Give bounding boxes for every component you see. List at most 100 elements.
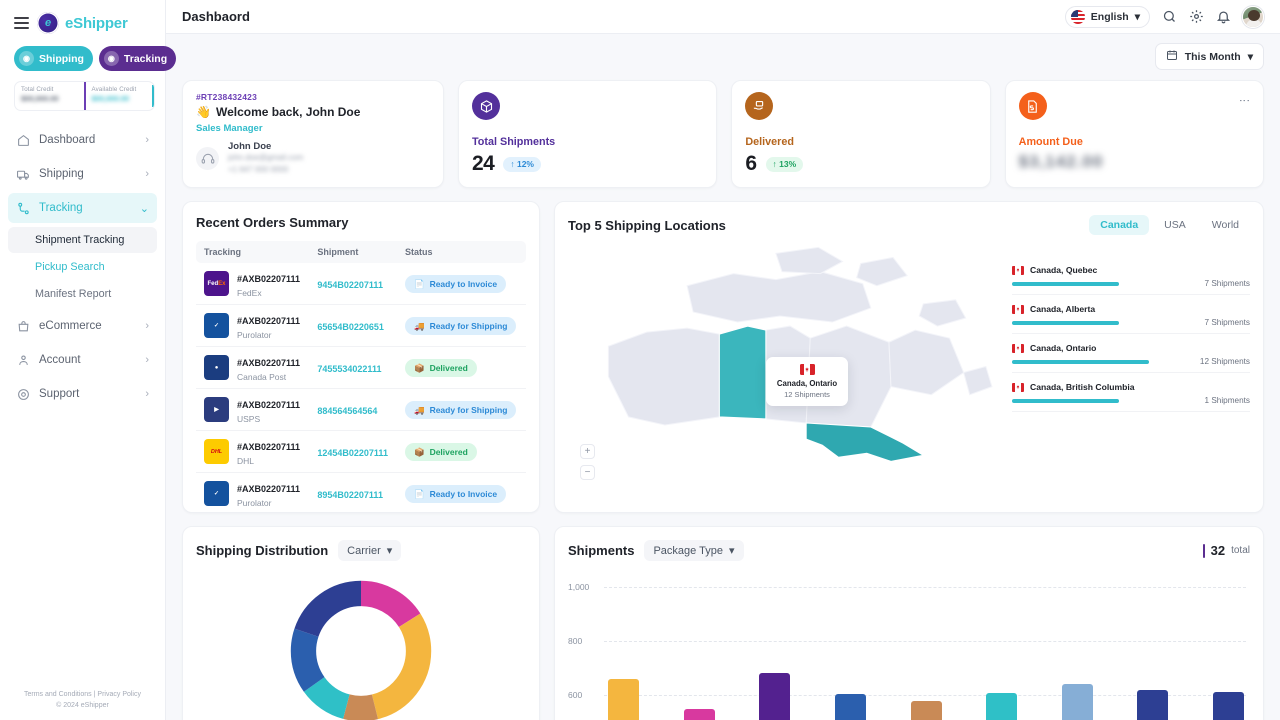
table-row[interactable]: ● #AXB02207111 Canada Post 7455534022111… (196, 347, 526, 389)
copyright: © 2024 eShipper (0, 701, 165, 712)
status-label: Ready for Shipping (430, 405, 508, 415)
recent-orders-title: Recent Orders Summary (196, 215, 526, 230)
status-badge: 📦 Delivered (405, 443, 477, 461)
hand-package-icon (745, 92, 773, 120)
canada-flag-icon (1012, 344, 1024, 353)
list-item[interactable]: Canada, British Columbia 1 Shipments (1012, 382, 1250, 412)
bar-1[interactable] (608, 679, 639, 720)
canadapost-logo: ● (204, 355, 229, 380)
shipment-link[interactable]: 7455534022111 (317, 364, 381, 374)
brand-name: eShipper (65, 15, 128, 32)
gear-icon[interactable] (1188, 9, 1204, 25)
table-row[interactable]: DHL #AXB02207111 DHL 12454B02207111 📦 De… (196, 431, 526, 473)
purolator-logo: ✓ (204, 481, 229, 506)
language-selector[interactable]: English ▾ (1065, 6, 1150, 28)
sidebar-subitem-pickup-search[interactable]: Pickup Search (8, 254, 157, 280)
carrier-name: Canada Post (237, 372, 300, 382)
list-item[interactable]: Canada, Ontario 12 Shipments (1012, 343, 1250, 373)
lifebuoy-icon (16, 387, 30, 401)
date-filter-row: This Month ▾ (182, 43, 1264, 70)
date-range-selector[interactable]: This Month ▾ (1155, 43, 1264, 70)
sidebar-item-tracking-label: Tracking (39, 202, 131, 214)
column-status: Status (397, 241, 526, 263)
list-item[interactable]: Canada, Alberta 7 Shipments (1012, 304, 1250, 334)
chevron-down-icon: ⌄ (140, 202, 149, 215)
stat-value: 24 (472, 152, 494, 176)
bar-9[interactable] (1213, 692, 1244, 720)
table-row[interactable]: ▶ #AXB02207111 USPS 884564564564 🚚 Ready… (196, 389, 526, 431)
bar-2[interactable] (684, 709, 715, 720)
zoom-in-button[interactable]: + (580, 444, 595, 459)
sidebar-item-shipping-label: Shipping (39, 168, 136, 180)
welcome-title: 👋 Welcome back, John Doe (196, 105, 430, 119)
pill-shipping[interactable]: ◉ Shipping (14, 46, 93, 71)
mode-pills: ◉ Shipping ◉ Tracking (0, 44, 165, 81)
stat-card-amount-due: ⋮ Amount Due $3,142.00 (1005, 80, 1264, 188)
wave-emoji-icon: 👋 (196, 105, 211, 119)
orders-table-header: Tracking Shipment Status (196, 241, 526, 263)
privacy-link[interactable]: Privacy Policy (97, 691, 141, 698)
sidebar-item-support[interactable]: Support › (8, 379, 157, 409)
stat-label: Total Shipments (472, 136, 703, 148)
calendar-icon (1166, 49, 1178, 64)
table-row[interactable]: FedEx #AXB02207111 FedEx 9454B02207111 📄… (196, 263, 526, 305)
zoom-out-button[interactable]: − (580, 465, 595, 480)
shipping-locations-title: Top 5 Shipping Locations (568, 218, 726, 233)
shipment-link[interactable]: 12454B02207111 (317, 448, 388, 458)
sidebar-item-tracking[interactable]: Tracking ⌄ (8, 193, 157, 223)
sidebar-item-shipping[interactable]: Shipping › (8, 159, 157, 189)
sidebar-subitem-shipment-tracking[interactable]: Shipment Tracking (8, 227, 157, 253)
bar-5[interactable] (911, 701, 942, 720)
table-row[interactable]: ✓ #AXB02207111 Purolator 8954B02207111 📄… (196, 473, 526, 515)
sidebar-item-account[interactable]: Account › (8, 345, 157, 375)
shipment-link[interactable]: 884564564564 (317, 406, 377, 416)
sidebar-subitem-pickup-search-label: Pickup Search (35, 261, 105, 273)
stat-delta-badge: ↑ 13% (766, 157, 804, 172)
sidebar-subitem-manifest-report[interactable]: Manifest Report (8, 281, 157, 307)
tab-canada[interactable]: Canada (1089, 215, 1149, 235)
canada-map[interactable]: + − Canada, Ontario 12 Shipments (568, 241, 1002, 502)
brand-logo[interactable]: e eShipper (37, 12, 128, 34)
shipping-distribution-panel: Shipping Distribution Carrier ▾ (182, 526, 540, 720)
shipment-link[interactable]: 8954B02207111 (317, 490, 383, 500)
total-credit: Total Credit $00,000.00 (15, 82, 84, 110)
user-name: John Doe (228, 141, 303, 152)
shipment-link[interactable]: 65654B0220651 (317, 322, 384, 332)
list-item[interactable]: Canada, Quebec 7 Shipments (1012, 265, 1250, 295)
carrier-dropdown[interactable]: Carrier ▾ (338, 540, 401, 561)
bar-8[interactable] (1137, 690, 1168, 720)
menu-toggle-icon[interactable] (14, 17, 29, 29)
sidebar: e eShipper ◉ Shipping ◉ Tracking Total C… (0, 0, 166, 720)
tooltip-location-name: Canada, Ontario (770, 379, 844, 388)
sidebar-subitem-manifest-report-label: Manifest Report (35, 288, 111, 300)
bell-icon[interactable] (1215, 9, 1231, 25)
bar-4[interactable] (835, 694, 866, 720)
table-row[interactable]: ✓ #AXB02207111 Purolator 65654B0220651 🚚… (196, 305, 526, 347)
fedex-logo: FedEx (204, 271, 229, 296)
carrier-name: DHL (237, 456, 300, 466)
credit-summary: Total Credit $00,000.00 Available Credit… (14, 81, 155, 111)
status-badge: 🚚 Ready for Shipping (405, 317, 517, 335)
bar-6[interactable] (986, 693, 1017, 720)
terms-link[interactable]: Terms and Conditions (24, 691, 92, 698)
available-credit-label: Available Credit (92, 86, 149, 93)
pill-tracking[interactable]: ◉ Tracking (99, 46, 176, 71)
shipment-link[interactable]: 9454B02207111 (317, 280, 383, 290)
distribution-title: Shipping Distribution (196, 543, 328, 558)
progress-track (1012, 399, 1196, 403)
sidebar-item-dashboard[interactable]: Dashboard › (8, 125, 157, 155)
tab-usa[interactable]: USA (1153, 215, 1197, 235)
invoice-icon: 📄 (414, 489, 425, 500)
card-menu-button[interactable]: ⋮ (1240, 95, 1247, 106)
avatar[interactable] (1242, 6, 1264, 28)
sidebar-item-ecommerce[interactable]: eCommerce › (8, 311, 157, 341)
bar-3[interactable] (759, 673, 790, 720)
chevron-down-icon: ▾ (387, 544, 393, 557)
progress-track (1012, 321, 1196, 325)
bar-7[interactable] (1062, 684, 1093, 720)
chevron-down-icon: ▾ (729, 544, 735, 557)
y-tick-800: 800 (568, 636, 582, 646)
tab-world[interactable]: World (1201, 215, 1250, 235)
package-type-dropdown[interactable]: Package Type ▾ (644, 540, 743, 561)
search-icon[interactable] (1161, 9, 1177, 25)
